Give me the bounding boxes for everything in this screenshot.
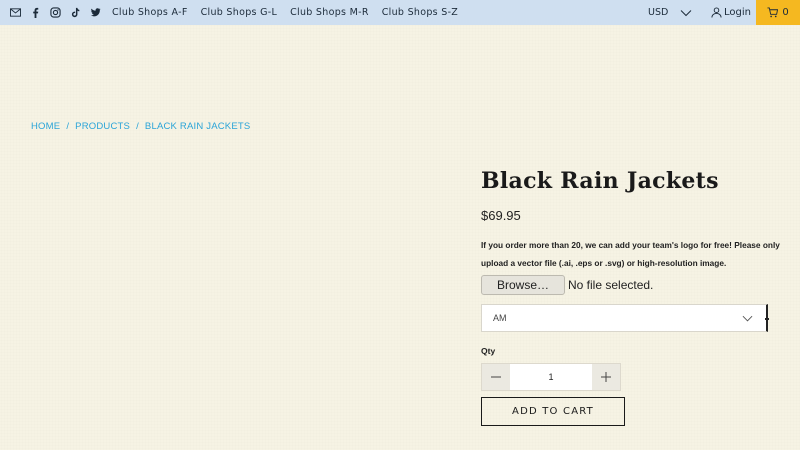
social-links bbox=[10, 7, 110, 18]
breadcrumb-current[interactable]: BLACK RAIN JACKETS bbox=[145, 121, 251, 132]
login-label: Login bbox=[724, 7, 751, 18]
user-icon bbox=[711, 7, 722, 18]
currency-label: USD bbox=[648, 7, 669, 18]
club-shops-nav: Club Shops A-F Club Shops G-L Club Shops… bbox=[112, 7, 471, 18]
cart-count: 0 bbox=[782, 7, 789, 18]
breadcrumb-separator: / bbox=[66, 121, 70, 132]
twitter-icon[interactable] bbox=[90, 7, 101, 18]
breadcrumb-products[interactable]: PRODUCTS bbox=[75, 121, 130, 132]
logo-upload-note: If you order more than 20, we can add yo… bbox=[481, 240, 780, 268]
browse-button[interactable]: Browse… bbox=[481, 275, 565, 295]
cart-button[interactable]: 0 bbox=[756, 0, 800, 25]
tiktok-icon[interactable] bbox=[70, 7, 81, 18]
qty-input[interactable] bbox=[510, 364, 592, 390]
qty-increase-button[interactable] bbox=[592, 364, 620, 390]
breadcrumb-home[interactable]: HOME bbox=[31, 121, 60, 132]
minus-icon bbox=[491, 376, 501, 378]
cart-icon bbox=[767, 7, 779, 18]
qty-decrease-button[interactable] bbox=[482, 364, 510, 390]
product-title: Black Rain Jackets bbox=[481, 168, 719, 194]
file-upload: Browse… No file selected. bbox=[481, 275, 653, 295]
nav-club-shops-s-z[interactable]: Club Shops S-Z bbox=[382, 7, 458, 18]
add-to-cart-button[interactable]: ADD TO CART bbox=[481, 397, 625, 426]
nav-club-shops-a-f[interactable]: Club Shops A-F bbox=[112, 7, 188, 18]
chevron-down-icon bbox=[680, 9, 692, 16]
chevron-down-icon bbox=[742, 315, 753, 322]
qty-label: Qty bbox=[481, 346, 496, 356]
plus-icon bbox=[601, 372, 611, 382]
file-status: No file selected. bbox=[568, 278, 654, 292]
login-link[interactable]: Login bbox=[711, 0, 751, 25]
option-select-value: AM bbox=[493, 313, 507, 323]
top-bar: Club Shops A-F Club Shops G-L Club Shops… bbox=[0, 0, 800, 25]
product-price: $69.95 bbox=[481, 208, 521, 223]
breadcrumb-separator: / bbox=[136, 121, 139, 132]
mail-icon[interactable] bbox=[10, 7, 21, 18]
currency-selector[interactable]: USD bbox=[648, 0, 692, 25]
nav-club-shops-m-r[interactable]: Club Shops M-R bbox=[290, 7, 369, 18]
instagram-icon[interactable] bbox=[50, 7, 61, 18]
facebook-icon[interactable] bbox=[30, 7, 41, 18]
breadcrumb: HOME / PRODUCTS / BLACK RAIN JACKETS bbox=[31, 121, 250, 132]
select-arrow-marker bbox=[765, 318, 769, 320]
nav-club-shops-g-l[interactable]: Club Shops G-L bbox=[201, 7, 278, 18]
option-select[interactable]: AM bbox=[481, 304, 769, 332]
quantity-stepper bbox=[481, 363, 621, 391]
